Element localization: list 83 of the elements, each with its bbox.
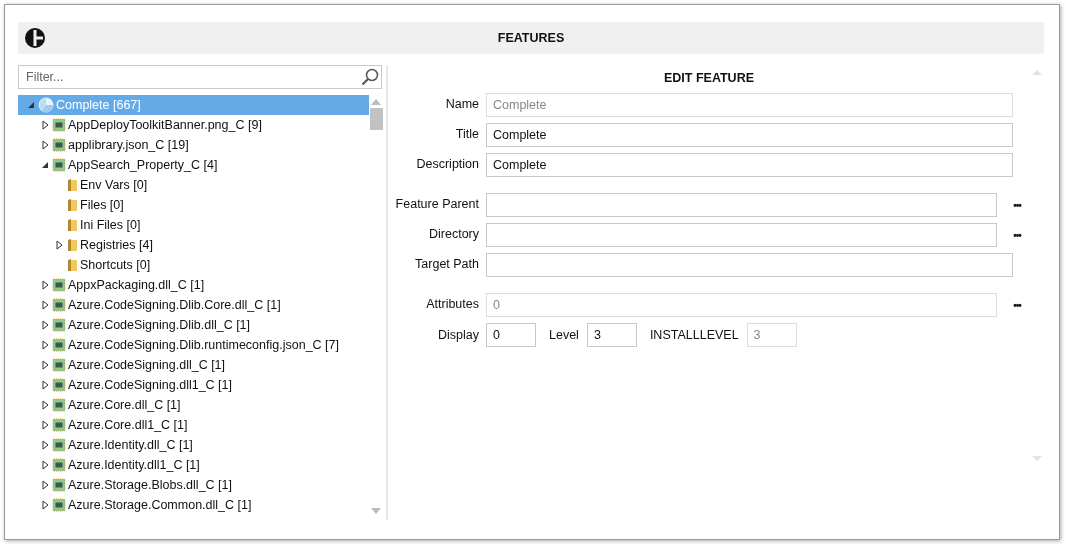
folder-icon — [66, 218, 78, 232]
number-field[interactable]: 0 — [486, 323, 536, 347]
component-icon — [52, 478, 66, 492]
text-field[interactable] — [486, 223, 997, 247]
tree-item[interactable]: applibrary.json_C [19] — [18, 135, 369, 155]
folder-icon — [66, 198, 78, 212]
browse-button[interactable]: ••• — [1005, 199, 1029, 211]
component-icon — [52, 278, 66, 292]
component-icon — [52, 498, 66, 512]
tree-item[interactable]: Azure.CodeSigning.Dlib.runtimeconfig.json_C [7] — [18, 335, 369, 355]
field-label: Directory — [428, 226, 480, 241]
field-label: INSTALLLEVEL — [648, 328, 740, 342]
collapsed-arrow-icon[interactable] — [41, 380, 49, 390]
field-label: Feature Parent — [394, 196, 480, 211]
form-title: EDIT FEATURE — [662, 71, 755, 85]
tree-item[interactable]: Shortcuts [0] — [18, 255, 369, 275]
collapsed-arrow-icon[interactable] — [41, 400, 49, 410]
collapsed-arrow-icon[interactable] — [41, 460, 49, 470]
folder-icon — [66, 178, 78, 192]
text-field[interactable] — [486, 253, 1013, 277]
component-icon — [52, 378, 66, 392]
tree-item[interactable]: Azure.CodeSigning.dll1_C [1] — [18, 375, 369, 395]
field-label: Level — [548, 328, 580, 342]
search-icon[interactable] — [361, 68, 379, 86]
folder-icon — [66, 258, 78, 272]
field-label: Display — [437, 328, 480, 342]
component-icon — [52, 298, 66, 312]
text-field[interactable]: Complete — [486, 123, 1013, 147]
field-label: Title — [454, 126, 480, 141]
page-title: FEATURES — [497, 31, 565, 45]
tree-item[interactable]: Azure.CodeSigning.dll_C [1] — [18, 355, 369, 375]
expanded-arrow-icon[interactable] — [41, 161, 49, 169]
tree-item[interactable]: AppDeployToolkitBanner.png_C [9] — [18, 115, 369, 135]
field-label: Target Path — [414, 256, 480, 271]
component-icon — [52, 158, 66, 172]
tree-item[interactable]: Ini Files [0] — [18, 215, 369, 235]
component-icon — [52, 438, 66, 452]
collapsed-arrow-icon[interactable] — [41, 120, 49, 130]
collapsed-arrow-icon[interactable] — [41, 140, 49, 150]
tree-item[interactable]: Azure.Core.dll_C [1] — [18, 395, 369, 415]
tree-item[interactable]: Azure.Core.dll1_C [1] — [18, 415, 369, 435]
number-field[interactable]: 3 — [586, 323, 637, 347]
component-icon — [52, 118, 66, 132]
scrollbar-thumb[interactable] — [369, 108, 383, 130]
collapsed-arrow-icon[interactable] — [41, 480, 49, 490]
collapsed-arrow-icon[interactable] — [41, 500, 49, 510]
component-icon — [52, 318, 66, 332]
text-field[interactable]: Complete — [486, 153, 1013, 177]
browse-button[interactable]: ••• — [1005, 229, 1029, 241]
component-icon — [52, 138, 66, 152]
component-icon — [52, 338, 66, 352]
field-label: Name — [444, 96, 480, 111]
collapsed-arrow-icon[interactable] — [41, 440, 49, 450]
tree-item[interactable]: AppSearch_Property_C [4] — [18, 155, 369, 175]
text-field[interactable] — [486, 193, 997, 217]
field-label: Attributes — [425, 296, 480, 311]
tree-item[interactable]: Azure.Identity.dll1_C [1] — [18, 455, 369, 475]
expanded-arrow-icon[interactable] — [27, 101, 35, 109]
collapsed-arrow-icon[interactable] — [41, 360, 49, 370]
collapsed-arrow-icon[interactable] — [41, 340, 49, 350]
tree-item[interactable]: Azure.CodeSigning.Dlib.Core.dll_C [1] — [18, 295, 369, 315]
collapsed-arrow-icon[interactable] — [41, 280, 49, 290]
tree-item[interactable]: Azure.Storage.Common.dll_C [1] — [18, 495, 369, 515]
filter-field[interactable]: Filter... — [18, 65, 382, 89]
tree-item[interactable]: Azure.Identity.dll_C [1] — [18, 435, 369, 455]
collapsed-arrow-icon[interactable] — [41, 320, 49, 330]
collapsed-arrow-icon[interactable] — [41, 300, 49, 310]
tree-item[interactable]: Azure.CodeSigning.Dlib.dll_C [1] — [18, 315, 369, 335]
pie-chart-icon — [38, 97, 54, 113]
tree-item[interactable]: Files [0] — [18, 195, 369, 215]
tree-item[interactable]: Azure.Storage.Blobs.dll_C [1] — [18, 475, 369, 495]
collapsed-arrow-icon[interactable] — [55, 240, 63, 250]
component-icon — [52, 458, 66, 472]
collapsed-arrow-icon[interactable] — [41, 420, 49, 430]
component-icon — [52, 418, 66, 432]
logo-icon — [25, 28, 45, 48]
tree-item[interactable]: AppxPackaging.dll_C [1] — [18, 275, 369, 295]
folder-icon — [66, 238, 78, 252]
component-icon — [52, 398, 66, 412]
component-icon — [52, 358, 66, 372]
field-label: Description — [415, 156, 480, 171]
tree-item[interactable]: Registries [4] — [18, 235, 369, 255]
tree-item[interactable]: Env Vars [0] — [18, 175, 369, 195]
